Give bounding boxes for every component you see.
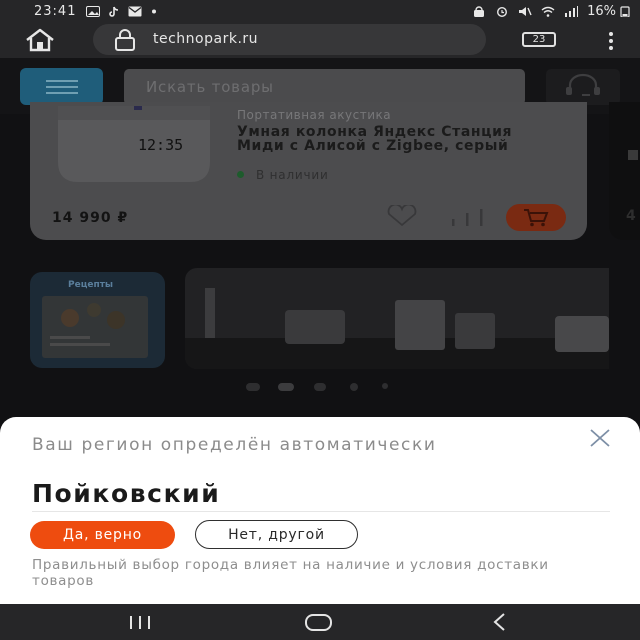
compare-icon[interactable] (450, 205, 486, 227)
heart-icon[interactable] (383, 205, 421, 227)
recipes-banner-image (42, 296, 148, 358)
choose-other-region-button[interactable]: Нет, другой (195, 520, 358, 549)
region-bottom-sheet: Ваш регион определён автоматически Пойко… (0, 417, 640, 605)
recent-apps-button[interactable] (128, 616, 152, 630)
phone-screen: 23:41 16% technopark.ru 23 Искать товары… (0, 0, 640, 640)
close-icon[interactable] (588, 428, 612, 448)
product-image: 12:35 (58, 106, 210, 182)
appliances-banner[interactable] (185, 268, 609, 369)
status-time: 23:41 (34, 3, 77, 19)
cart-icon (524, 209, 549, 227)
signal-icon (565, 5, 579, 17)
address-bar[interactable]: technopark.ru (93, 24, 486, 55)
browser-toolbar: technopark.ru 23 (0, 22, 640, 58)
carousel-dot-active[interactable] (278, 383, 294, 391)
in-stock-dot (237, 171, 244, 178)
carousel-dot[interactable] (246, 383, 260, 391)
carousel-dot[interactable] (314, 383, 326, 391)
appliances-banner-image (185, 288, 609, 369)
wifi-icon (541, 6, 555, 17)
detected-city: Пойковский (32, 479, 221, 508)
carousel-pagination (242, 383, 402, 393)
vpn-icon (474, 5, 485, 17)
availability-status: В наличии (237, 168, 329, 182)
battery-level: 16% (587, 3, 616, 19)
back-icon[interactable] (490, 612, 510, 632)
next-product-card[interactable]: 4 (609, 102, 640, 240)
battery-icon (620, 5, 630, 17)
next-product-image (628, 150, 638, 160)
carousel-dot[interactable] (350, 383, 358, 391)
region-note: Правильный выбор города влияет на наличи… (32, 557, 549, 589)
product-price: 14 990 ₽ (52, 210, 129, 226)
browser-menu-icon[interactable] (604, 30, 618, 52)
support-button[interactable] (546, 69, 620, 105)
headset-icon (566, 73, 600, 96)
region-sheet-title: Ваш регион определён автоматически (32, 435, 437, 455)
alarm-icon (497, 6, 508, 17)
product-name[interactable]: Умная колонка Яндекс Станция Миди с Алис… (237, 125, 527, 153)
lock-icon[interactable] (113, 29, 137, 51)
speaker-display-time: 12:35 (138, 136, 183, 154)
confirm-region-button[interactable]: Да, верно (30, 521, 175, 549)
system-navigation-bar (0, 604, 640, 640)
add-to-cart-button[interactable] (506, 204, 566, 231)
availability-label: В наличии (256, 168, 329, 182)
url-text[interactable]: technopark.ru (153, 31, 258, 47)
divider (32, 511, 610, 512)
no-sound-icon (519, 6, 532, 16)
tiktok-icon (109, 6, 119, 17)
gallery-icon (86, 5, 101, 17)
recipes-banner[interactable]: Рецепты (30, 272, 165, 368)
hamburger-menu-button[interactable] (20, 68, 103, 105)
product-card[interactable]: 12:35 Портативная акустика Умная колонка… (30, 102, 587, 240)
carousel-dot[interactable] (382, 383, 388, 389)
recipes-banner-title: Рецепты (68, 280, 114, 290)
search-input[interactable]: Искать товары (124, 69, 525, 105)
dot-icon (152, 9, 157, 13)
browser-home-icon[interactable] (24, 28, 56, 52)
product-category: Портативная акустика (237, 108, 392, 122)
status-bar: 23:41 16% (0, 0, 640, 22)
tab-switcher-button[interactable]: 23 (522, 32, 556, 47)
home-button[interactable] (305, 614, 332, 631)
next-product-price: 4 (626, 208, 636, 224)
mail-icon (128, 6, 142, 16)
